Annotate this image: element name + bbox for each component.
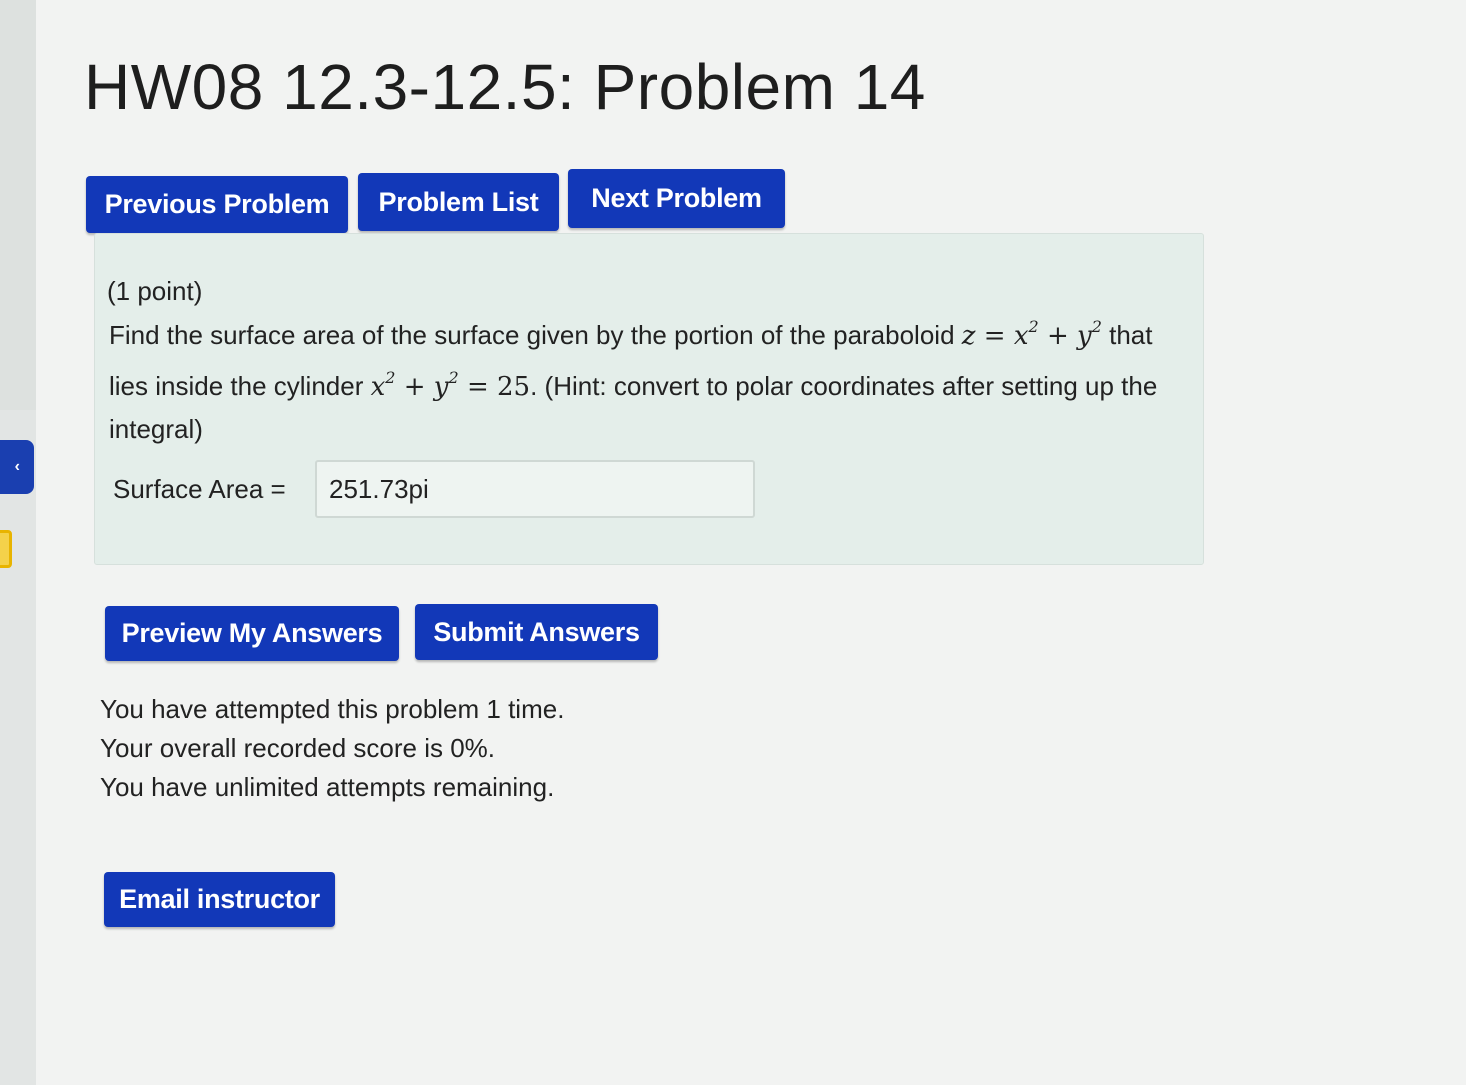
submit-answers-button[interactable]: Submit Answers xyxy=(415,604,658,660)
score-text: Your overall recorded score is 0%. xyxy=(100,733,496,763)
surface-area-input[interactable] xyxy=(315,460,755,518)
remaining-text: You have unlimited attempts remaining. xyxy=(100,772,555,802)
chevron-left-icon: ‹ xyxy=(14,458,20,475)
statement-text-1: Find the surface area of the surface giv… xyxy=(109,320,955,350)
surface-area-label: Surface Area = xyxy=(113,474,286,504)
paraboloid-equation: z = x2 + y2 xyxy=(961,317,1102,351)
attempts-text: You have attempted this problem 1 time. xyxy=(100,694,565,724)
page-title: HW08 12.3-12.5: Problem 14 xyxy=(84,51,926,123)
problem-points: (1 point) xyxy=(107,276,203,306)
sidebar-toggle-tab[interactable]: ‹ xyxy=(0,440,34,494)
previous-problem-button[interactable]: Previous Problem xyxy=(86,176,348,233)
attempt-info: You have attempted this problem 1 time. … xyxy=(100,690,564,807)
cylinder-equation: x2 + y2 = 25 xyxy=(370,368,531,402)
next-problem-button[interactable]: Next Problem xyxy=(568,169,785,228)
problem-list-button[interactable]: Problem List xyxy=(358,173,559,231)
problem-statement: Find the surface area of the surface giv… xyxy=(109,306,1189,450)
preview-answers-button[interactable]: Preview My Answers xyxy=(105,606,399,661)
sidebar-highlight-marker xyxy=(0,530,12,568)
problem-box: (1 point) Find the surface area of the s… xyxy=(94,233,1204,565)
email-instructor-button[interactable]: Email instructor xyxy=(104,872,335,927)
